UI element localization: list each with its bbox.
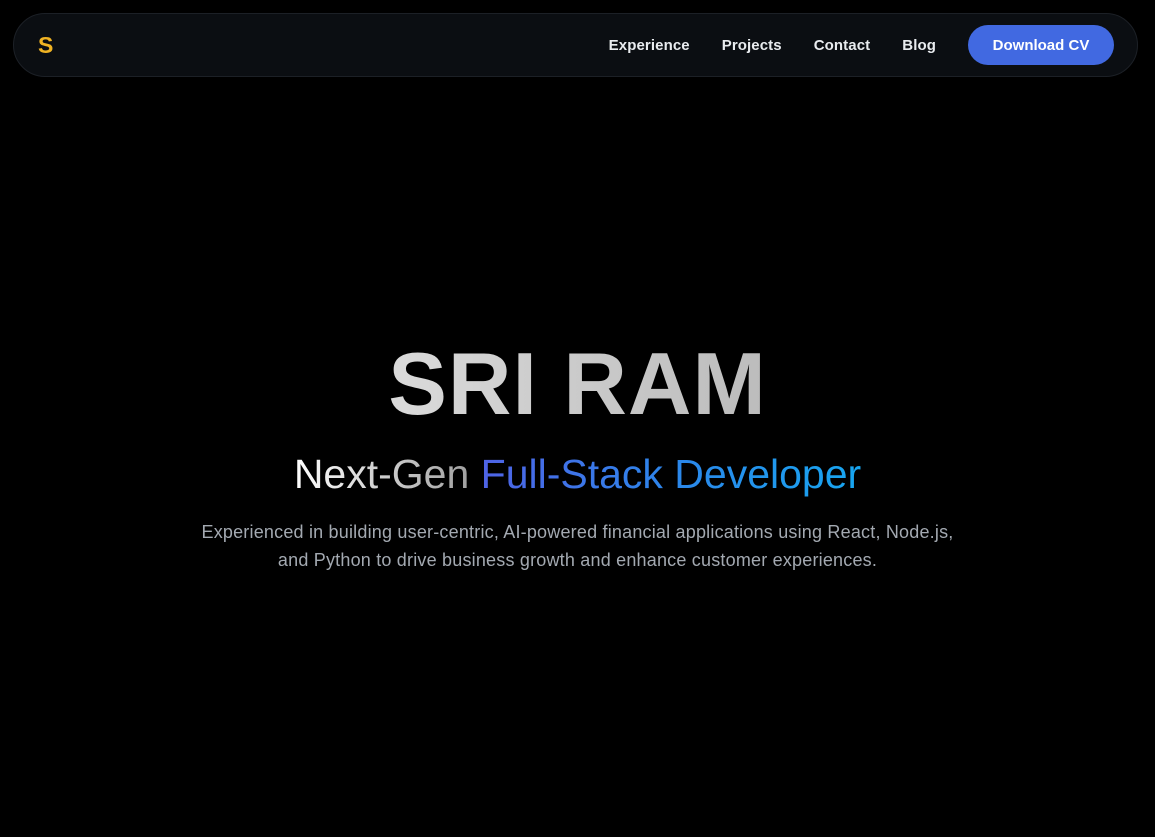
nav-links: Experience Projects Contact Blog Downloa… [609, 14, 1114, 76]
hero-role: Next-Gen Full-Stack Developer [0, 448, 1155, 500]
nav-link-contact[interactable]: Contact [814, 37, 871, 54]
hero-description: Experienced in building user-centric, AI… [201, 522, 954, 570]
download-cv-button[interactable]: Download CV [968, 25, 1114, 65]
nav-link-projects[interactable]: Projects [722, 37, 782, 54]
hero-name: SRI RAM [0, 334, 1155, 434]
navbar: S Experience Projects Contact Blog Downl… [13, 13, 1138, 77]
hero-role-prefix: Next-Gen [293, 451, 481, 497]
hero-role-title: Full-Stack Developer [480, 451, 862, 497]
logo[interactable]: S [38, 33, 53, 57]
page: S Experience Projects Contact Blog Downl… [0, 0, 1155, 837]
nav-link-blog[interactable]: Blog [902, 37, 936, 54]
nav-link-experience[interactable]: Experience [609, 37, 690, 54]
